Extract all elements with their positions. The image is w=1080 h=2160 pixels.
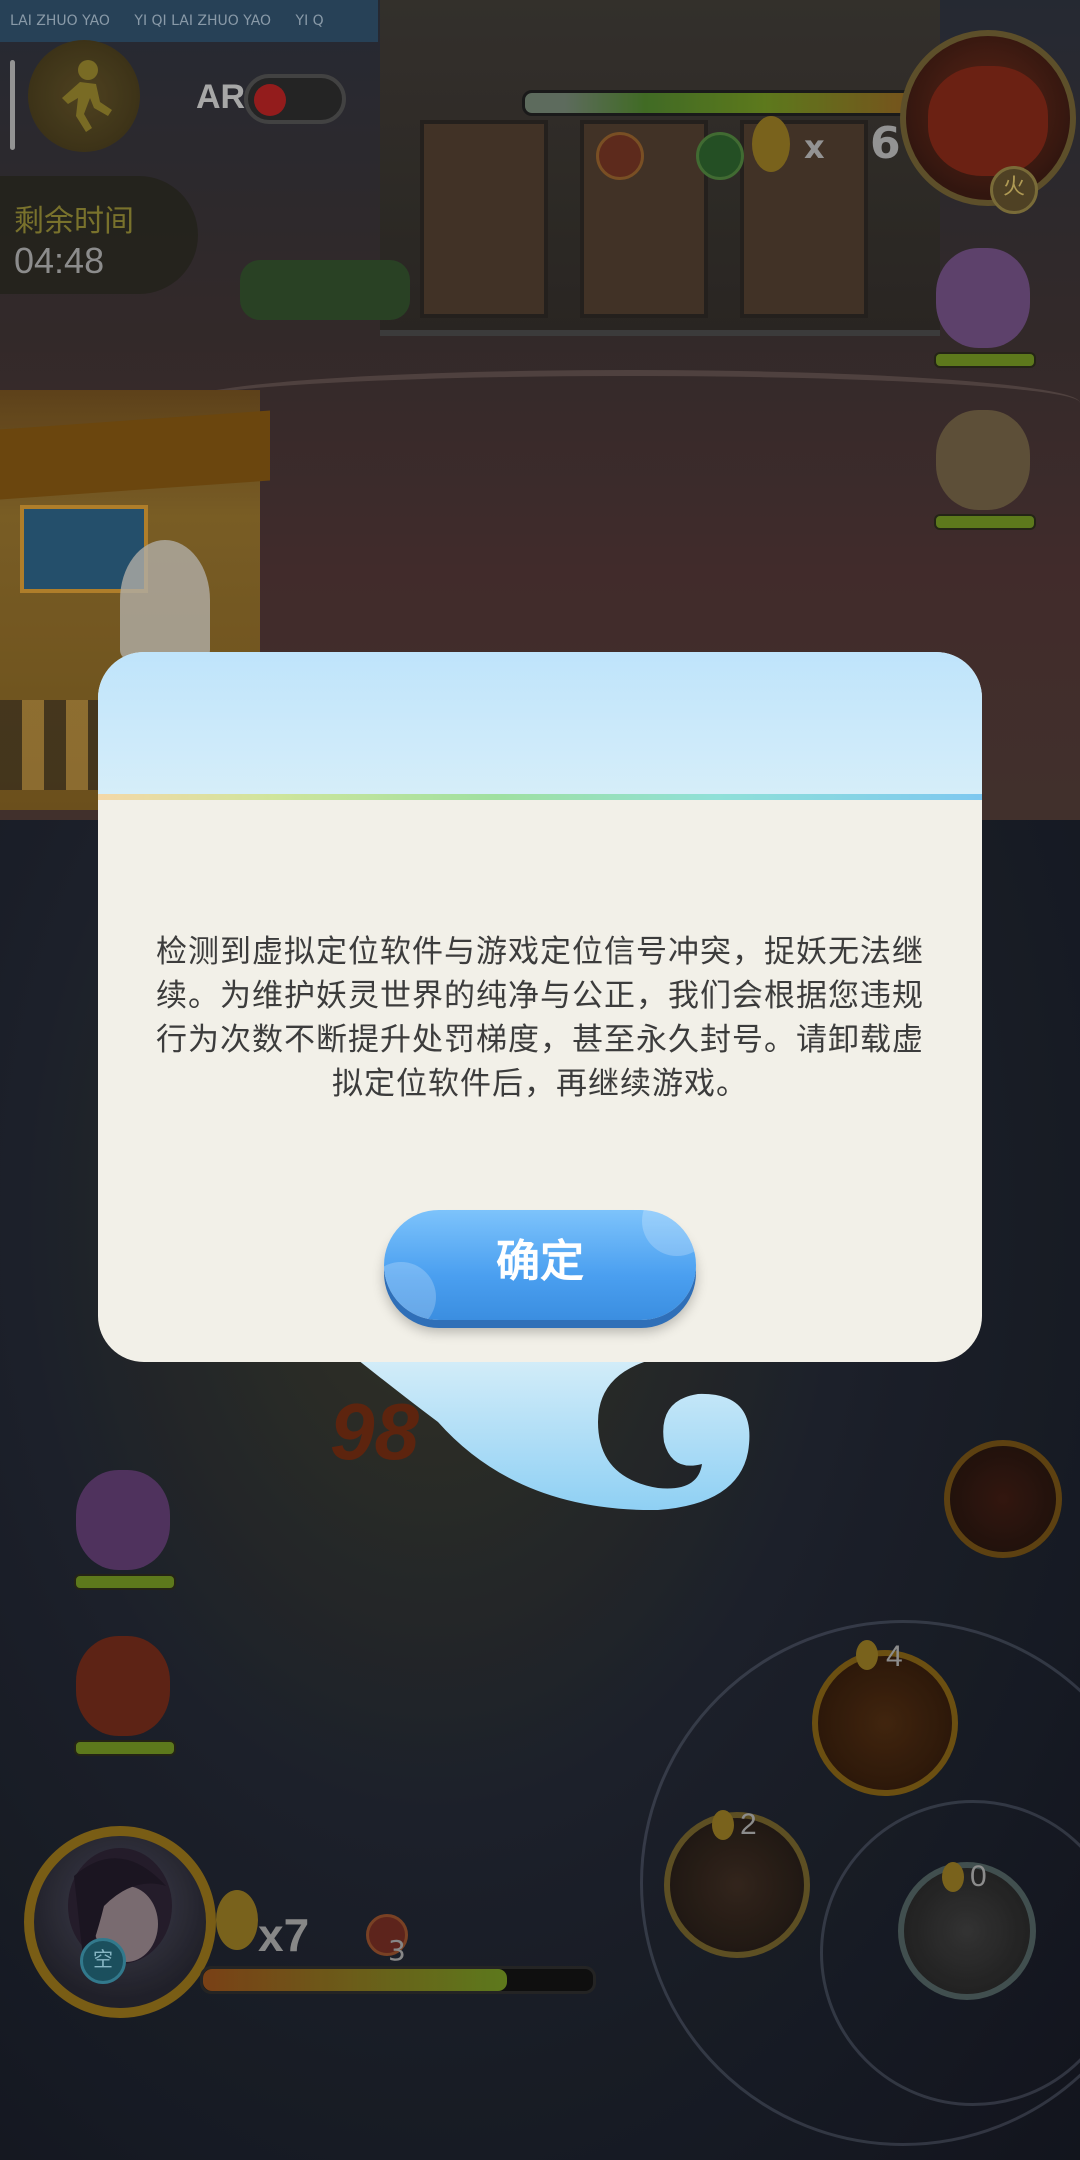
ice-cream-statue [120, 540, 210, 660]
ticker-text: YI QI LAI ZHUO YAO [134, 13, 272, 29]
skill-button-1[interactable] [812, 1650, 958, 1796]
resource-count-value: 6 [869, 118, 901, 169]
item-count: x7 [258, 1909, 310, 1961]
skill-button-2[interactable] [664, 1812, 810, 1958]
running-mode-button[interactable] [28, 40, 140, 152]
planter-bushes [240, 260, 410, 320]
flame-icon [942, 1862, 964, 1892]
dragon-demon-avatar [76, 1636, 170, 1736]
shop-window [420, 120, 548, 318]
ticker-text: YI Q [295, 13, 324, 29]
edge-handle [10, 60, 15, 150]
flame-icon [216, 1890, 258, 1950]
flame-icon [856, 1640, 878, 1670]
remaining-time-value: 04:48 [14, 240, 105, 281]
purple-hair-avatar [936, 248, 1030, 348]
resource-count-prefix: x [804, 128, 825, 166]
ally-portrait[interactable] [928, 248, 1038, 368]
player-hp-fill [203, 1969, 508, 1991]
skill-2-cost: 2 [740, 1808, 757, 1841]
party-hp-bar [74, 1740, 176, 1756]
ally-portrait[interactable] [928, 410, 1038, 530]
remaining-time-label: 剩余时间 [14, 204, 134, 239]
button-swirl-decoration [642, 1210, 696, 1256]
confirm-button[interactable]: 确定 [384, 1210, 696, 1320]
dark-hair-girl-avatar [68, 1848, 172, 1966]
fire-orb-icon [596, 132, 644, 180]
player-hp-bar [200, 1966, 596, 1994]
lion-avatar [936, 410, 1030, 510]
fire-element-tag: 火 [990, 166, 1038, 214]
ticker-text: LAI ZHUO YAO [10, 13, 110, 29]
player-portrait[interactable] [24, 1826, 216, 2018]
skill-button-3[interactable] [898, 1862, 1036, 2000]
ball-count: 3 [388, 1934, 406, 1967]
ar-toggle[interactable] [244, 74, 346, 124]
dragon-demon-avatar [928, 66, 1048, 176]
flame-icon [712, 1810, 734, 1840]
dialog-panel: 检测到虚拟定位软件与游戏定位信号冲突，捉妖无法继续。为维护妖灵世界的纯净与公正，… [98, 652, 982, 1362]
violation-warning-message: 检测到虚拟定位软件与游戏定位信号冲突，捉妖无法继续。为维护妖灵世界的纯净与公正，… [156, 934, 924, 1102]
leaf-orb-icon [696, 132, 744, 180]
resource-count: x 6 [804, 118, 901, 169]
ally-hp-bar [934, 352, 1036, 368]
confirm-button-label: 确定 [496, 1236, 584, 1287]
ally-hp-bar [934, 514, 1036, 530]
runner-icon [62, 60, 112, 132]
enemy-hp-bar [522, 90, 928, 116]
anti-cheat-dialog: 检测到虚拟定位软件与游戏定位信号冲突，捉妖无法继续。为维护妖灵世界的纯净与公正，… [98, 652, 982, 1514]
skill-3-cost: 0 [970, 1860, 987, 1893]
flame-icon [752, 116, 790, 172]
ar-label: AR [196, 78, 246, 116]
dialog-header [98, 652, 982, 798]
title-ticker: LAI ZHUO YAO YI QI LAI ZHUO YAO YI Q [0, 0, 378, 42]
rainbow-divider [98, 794, 982, 800]
skill-1-cost: 4 [886, 1640, 903, 1673]
party-portrait[interactable] [68, 1636, 178, 1756]
enemy-portrait [900, 30, 1076, 206]
element-tag: 空 [80, 1938, 126, 1984]
button-swirl-decoration [384, 1262, 436, 1320]
ar-toggle-knob [254, 84, 286, 116]
party-hp-bar [74, 1574, 176, 1590]
